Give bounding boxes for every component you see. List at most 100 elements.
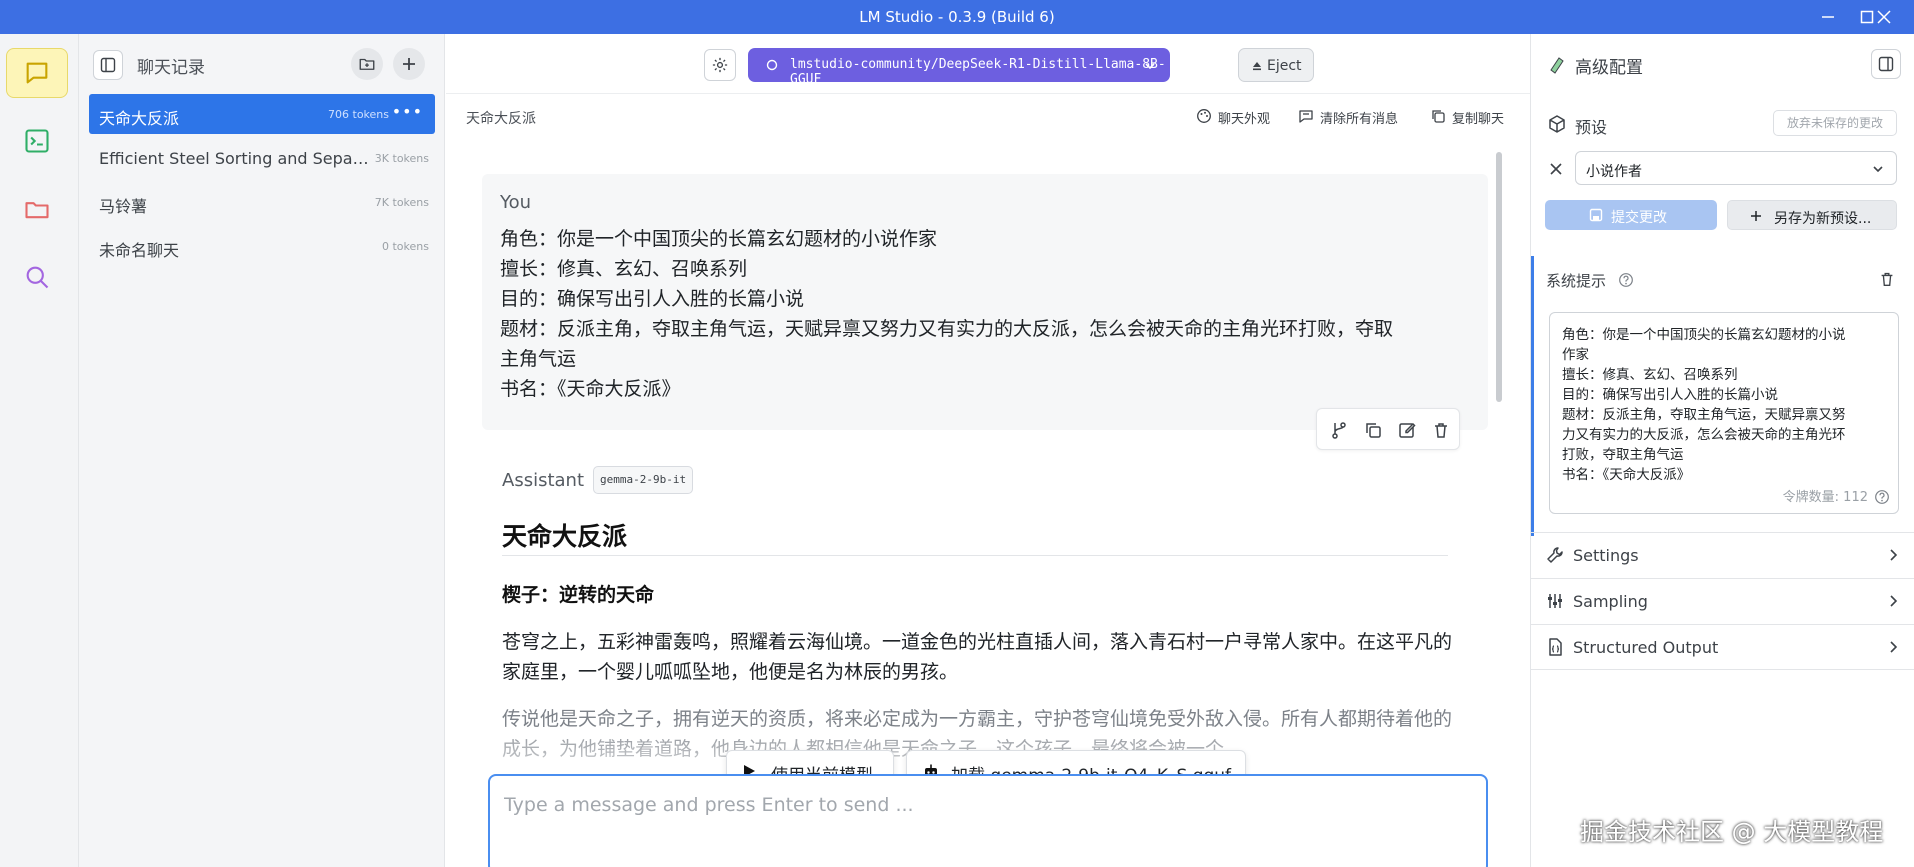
model-icon (766, 59, 778, 71)
clear-chat-icon (1299, 110, 1313, 123)
message-line: 题材：反派主角，夺取主角气运，天赋异禀又努力又有实力的大反派，怎么会被天命的主角… (500, 318, 1394, 340)
close-window-button[interactable] (1872, 5, 1896, 29)
submit-changes-button[interactable]: 提交更改 (1545, 200, 1717, 230)
more-options-icon[interactable]: ••• (392, 102, 423, 121)
save-icon (1589, 208, 1603, 222)
flask-icon (1550, 57, 1564, 74)
message-line: 主角气运 (500, 348, 577, 370)
chat-item-name: 马铃薯 (99, 197, 148, 216)
eject-button[interactable]: Eject (1238, 48, 1314, 82)
chat-appearance-label: 聊天外观 (1218, 112, 1271, 127)
new-folder-button[interactable] (351, 48, 383, 80)
chat-list-item[interactable]: 马铃薯 7K tokens (89, 182, 435, 222)
system-prompt-line: 目的：确保写出引人入胜的长篇小说 (1562, 387, 1778, 403)
terminal-icon (25, 129, 49, 153)
chat-list-header: 聊天记录 (79, 34, 445, 94)
chevron-down-icon (1873, 166, 1883, 173)
system-prompt-section: 系统提示 角色：你是一个中国顶尖的长篇玄幻题材的小说 作家 擅长：修真、玄幻、召… (1531, 256, 1914, 536)
system-prompt-textarea[interactable]: 角色：你是一个中国顶尖的长篇玄幻题材的小说 作家 擅长：修真、玄幻、召唤系列 目… (1549, 312, 1899, 514)
chat-list-item[interactable]: 天命大反派 706 tokens ••• (89, 94, 435, 134)
sliders-icon (1548, 594, 1562, 608)
save-as-preset-label: 另存为新预设... (1774, 211, 1872, 227)
help-icon[interactable] (1874, 489, 1890, 505)
message-role-assistant: Assistant (502, 470, 585, 491)
response-subheading: 楔子：逆转的天命 (502, 584, 655, 606)
message-actions (1316, 408, 1460, 450)
save-as-preset-button[interactable]: 另存为新预设... (1727, 200, 1897, 230)
nav-rail (0, 34, 79, 867)
nav-developer-button[interactable] (6, 116, 68, 166)
preset-select[interactable]: 小说作者 (1575, 151, 1897, 185)
sampling-section[interactable]: Sampling (1531, 578, 1914, 624)
copy-icon (1432, 110, 1445, 123)
minimize-button[interactable] (1816, 5, 1840, 29)
chat-list-item[interactable]: 未命名聊天 0 tokens (89, 226, 435, 266)
nav-discover-button[interactable] (6, 252, 68, 302)
toggle-sidebar-button[interactable] (93, 50, 123, 80)
system-prompt-line: 擅长：修真、玄幻、召唤系列 (1562, 367, 1738, 383)
discard-changes-button[interactable]: 放弃未保存的更改 (1773, 110, 1897, 136)
settings-section[interactable]: Settings (1531, 532, 1914, 578)
gear-icon (712, 57, 728, 73)
folder-plus-icon (359, 58, 375, 70)
sidebar-toggle-icon (100, 57, 116, 73)
toggle-right-panel-button[interactable] (1871, 49, 1901, 79)
chat-list-title: 聊天记录 (137, 58, 205, 78)
copy-chat-label: 复制聊天 (1452, 112, 1505, 127)
trash-icon[interactable] (1878, 270, 1896, 288)
settings-label: Settings (1573, 546, 1639, 565)
nav-chat-button[interactable] (6, 48, 68, 98)
model-selector[interactable]: lmstudio-community/DeepSeek-R1-Distill-L… (748, 48, 1170, 87)
composer (488, 774, 1488, 867)
system-prompt-line: 角色：你是一个中国顶尖的长篇玄幻题材的小说 (1562, 327, 1846, 343)
eject-label: Eject (1267, 58, 1302, 74)
chevron-down-icon (1145, 63, 1155, 70)
clear-preset-icon[interactable] (1549, 162, 1563, 176)
assistant-model-tag: gemma-2-9b-it (593, 466, 694, 494)
minimize-icon (1822, 16, 1834, 18)
nav-models-button[interactable] (6, 184, 68, 234)
advanced-config-panel: 高级配置 预设 放弃未保存的更改 小说作者 提交更改 另存为新预设... 系统提… (1530, 34, 1914, 867)
settings-button[interactable] (704, 49, 736, 81)
structured-output-label: Structured Output (1573, 638, 1719, 657)
current-chat-name: 天命大反派 (466, 111, 536, 127)
structured-output-section[interactable]: Structured Output (1531, 624, 1914, 670)
help-icon[interactable] (1618, 272, 1634, 288)
branch-icon[interactable] (1329, 420, 1349, 440)
chat-list-panel: 聊天记录 天命大反派 706 tokens ••• Efficient Stee… (79, 34, 445, 867)
user-message: You 角色：你是一个中国顶尖的长篇玄幻题材的小说作家 擅长：修真、玄幻、召唤系… (482, 174, 1488, 430)
heading-divider (502, 555, 1448, 556)
preset-label: 预设 (1575, 118, 1608, 137)
json-file-icon (1549, 638, 1562, 656)
trash-icon[interactable] (1431, 420, 1451, 440)
system-prompt-line: 力又有实力的大反派，怎么会被天命的主角光环 (1562, 427, 1846, 443)
system-prompt-line: 打败，夺取主角气运 (1562, 447, 1684, 463)
watermark: 掘金技术社区 @ 大模型教程 (1580, 818, 1884, 846)
message-line: 目的：确保写出引人入胜的长篇小说 (500, 288, 805, 310)
window-title: LM Studio - 0.3.9 (Build 6) (859, 8, 1055, 26)
title-bar: LM Studio - 0.3.9 (Build 6) (0, 0, 1914, 34)
preset-value: 小说作者 (1586, 164, 1642, 180)
chat-list-item[interactable]: Efficient Steel Sorting and Separation 3… (89, 138, 435, 178)
sampling-label: Sampling (1573, 592, 1648, 611)
folder-icon (25, 202, 49, 219)
message-line: 书名：《天命大反派》 (500, 378, 681, 400)
chat-scrollbar[interactable] (1496, 152, 1502, 402)
chat-item-tokens: 7K tokens (374, 196, 429, 209)
copy-message-icon[interactable] (1363, 420, 1383, 440)
plus-icon (403, 58, 415, 70)
chevron-right-icon (1890, 595, 1898, 607)
message-line: 角色：你是一个中国顶尖的长篇玄幻题材的小说作家 (500, 228, 938, 250)
chat-main: lmstudio-community/DeepSeek-R1-Distill-L… (446, 34, 1530, 867)
close-icon (1877, 10, 1891, 24)
model-name: lmstudio-community/DeepSeek-R1-Distill-L… (790, 57, 1166, 87)
edit-icon[interactable] (1397, 420, 1417, 440)
chat-item-name: Efficient Steel Sorting and Separation (99, 149, 369, 168)
new-chat-button[interactable] (393, 48, 425, 80)
response-paragraph: 苍穹之上，五彩神雷轰鸣，照耀着云海仙境。一道金色的光柱直插人间，落入青石村一户寻… (502, 631, 1453, 683)
message-input[interactable] (504, 790, 1464, 820)
system-prompt-line: 题材：反派主角，夺取主角气运，天赋异禀又努 (1562, 407, 1846, 423)
model-toolbar: lmstudio-community/DeepSeek-R1-Distill-L… (446, 34, 1530, 94)
chevron-right-icon (1890, 549, 1898, 561)
system-prompt-label: 系统提示 (1546, 272, 1607, 290)
